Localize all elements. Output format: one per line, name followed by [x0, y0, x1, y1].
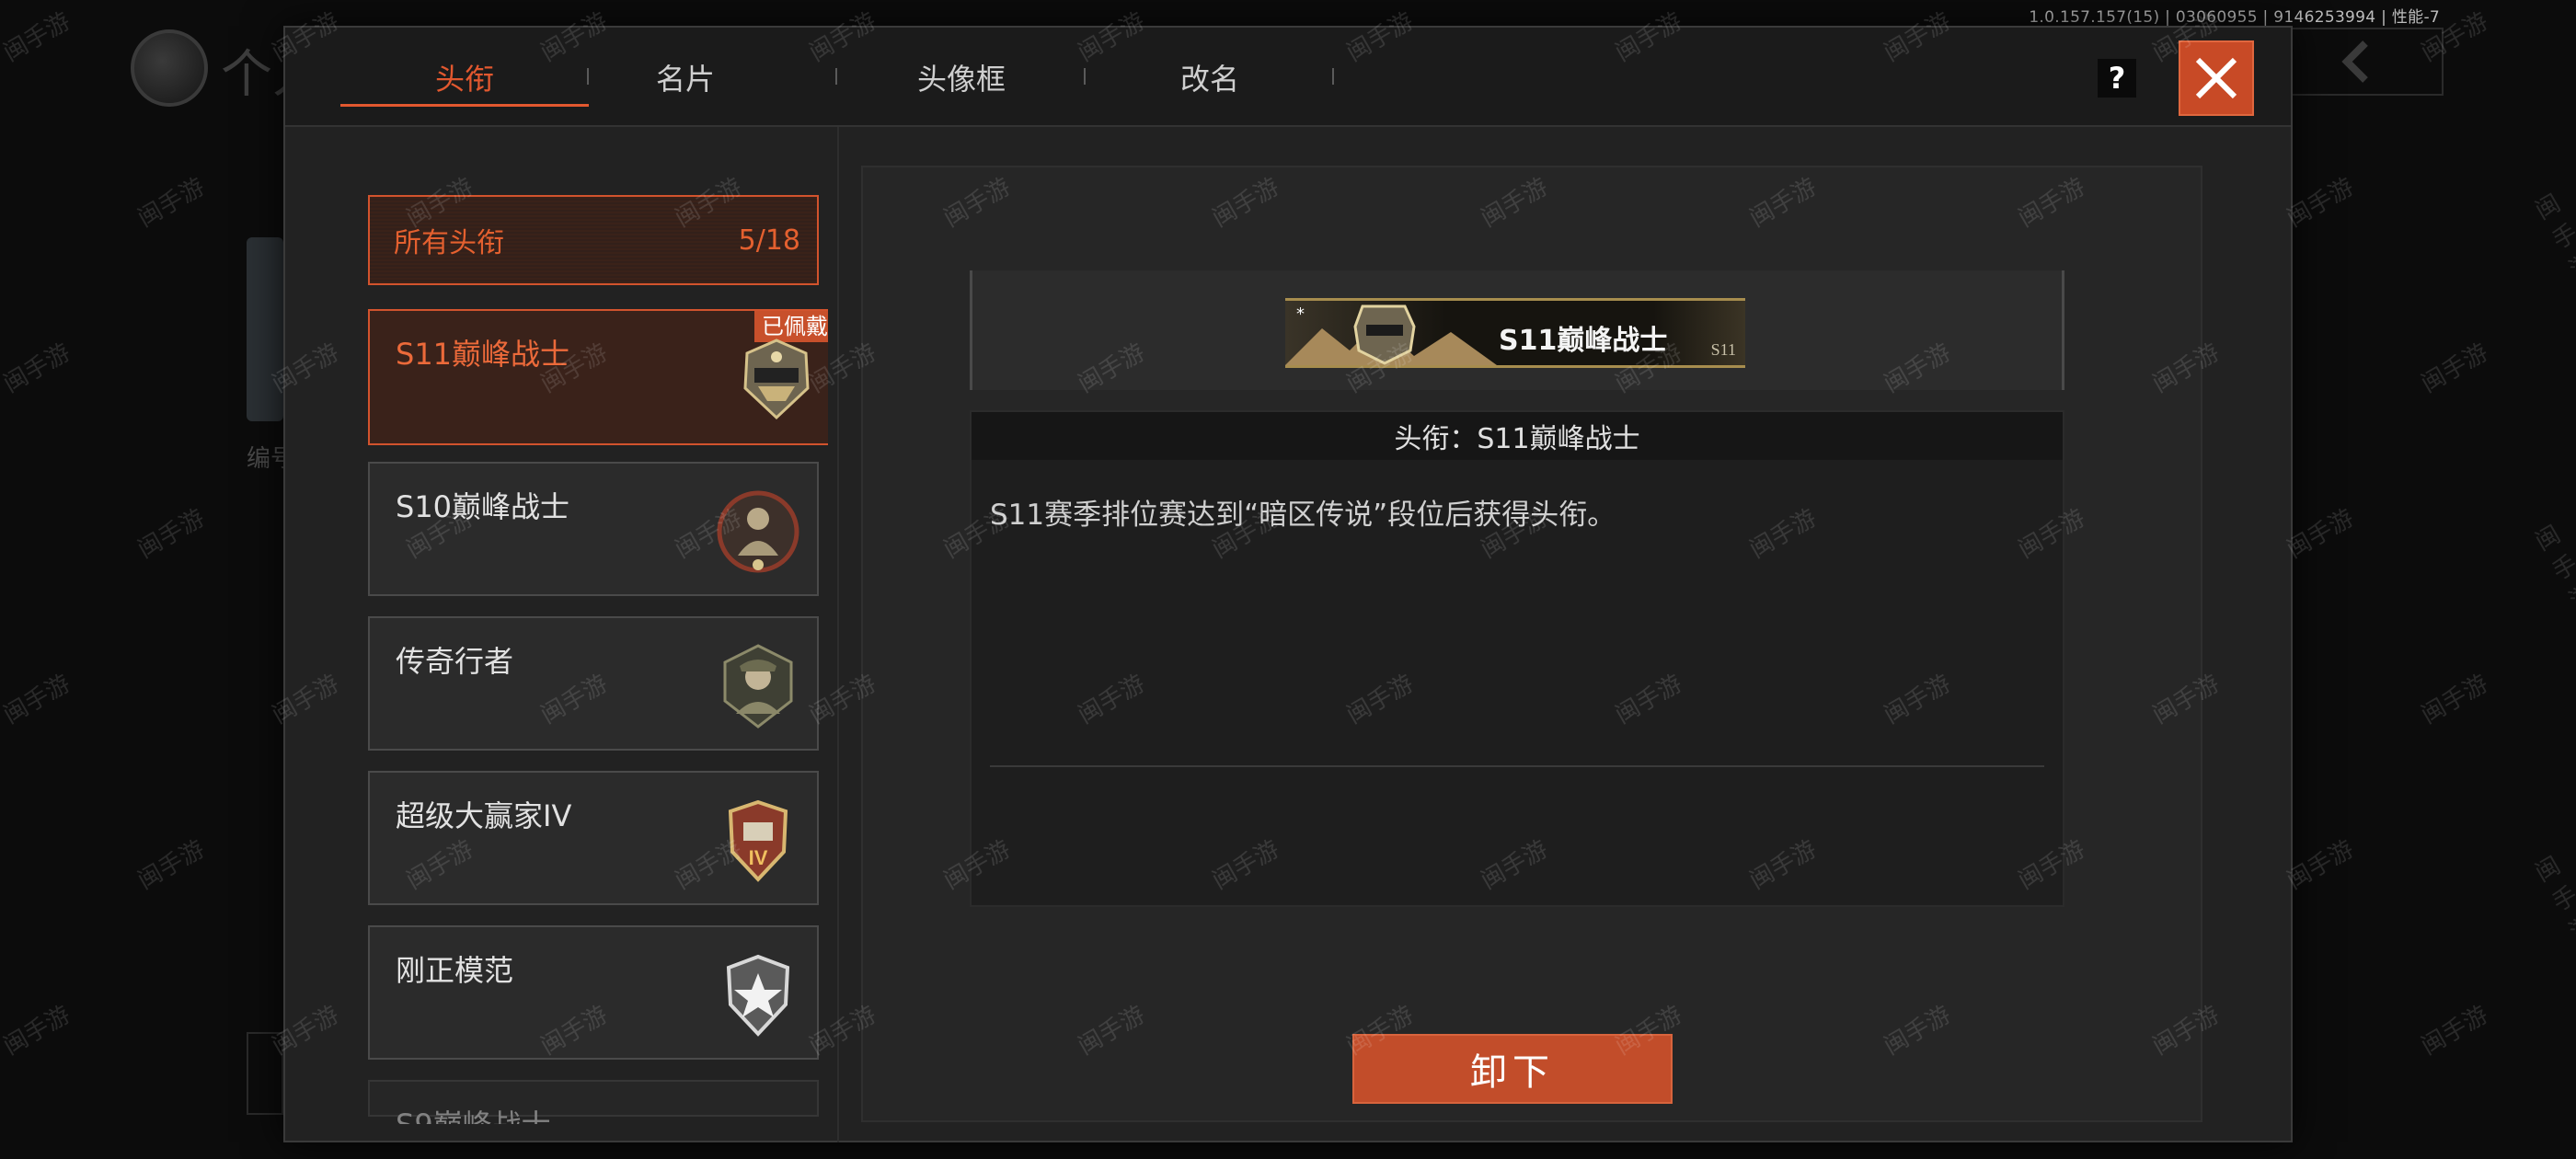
watermark-text: 闽手游: [2530, 852, 2576, 947]
title-list[interactable]: 所有头衔 5/18 S11巅峰战士 已佩戴 S10巅峰战士 传奇行者 超级大赢家…: [368, 166, 828, 1124]
watermark-text: 闽手游: [132, 173, 210, 234]
title-item-s10[interactable]: S10巅峰战士: [368, 462, 819, 596]
watermark-text: 闽手游: [2416, 670, 2493, 730]
tab-avatar-frames[interactable]: 头像框: [837, 28, 1086, 127]
watermark-text: 闽手游: [2416, 339, 2493, 399]
title-item-name: S9巅峰战士: [396, 1102, 551, 1124]
banner-preview-area: * S11巅峰战士 S11: [970, 270, 2064, 390]
watermark-text: 闽手游: [0, 339, 75, 399]
close-icon: [2195, 57, 2237, 99]
watermark-text: 闽手游: [2530, 189, 2576, 285]
background-card: [247, 237, 283, 421]
title-item-name: S11巅峰战士: [396, 337, 570, 372]
tab-titles[interactable]: 头衔: [340, 28, 589, 127]
title-item-name: 传奇行者: [396, 644, 514, 679]
description-header: 头衔：S11巅峰战士: [972, 412, 2063, 460]
svg-text:IV: IV: [749, 846, 768, 869]
title-item-name: S10巅峰战士: [396, 489, 570, 524]
banner-season-tag: S11: [1710, 340, 1736, 359]
title-item-legend-walker[interactable]: 传奇行者: [368, 616, 819, 751]
helmet-emblem-icon: [743, 339, 810, 420]
watermark-text: 闽手游: [132, 835, 210, 896]
soldier-medal-icon: [717, 490, 799, 573]
title-detail-panel: * S11巅峰战士 S11 头衔：S11巅峰战士 S11赛季排位赛达到“暗区传说…: [861, 166, 2202, 1122]
svg-text:*: *: [1296, 304, 1305, 324]
watermark-text: 闽手游: [2530, 521, 2576, 616]
description-text: S11赛季排位赛达到“暗区传说”段位后获得头衔。: [990, 499, 1616, 532]
title-banner: * S11巅峰战士 S11: [1285, 298, 1745, 368]
tab-cards[interactable]: 名片: [589, 28, 782, 127]
mountain-helmet-icon: *: [1285, 304, 1497, 365]
version-text: 1.0.157.157(15) | 03060955 | 9146253994 …: [2029, 8, 2440, 27]
all-titles-count: 5/18: [738, 224, 800, 257]
close-button[interactable]: [2179, 40, 2254, 116]
title-item-upright-model[interactable]: 刚正模范: [368, 925, 819, 1060]
tab-divider: [1332, 68, 1334, 85]
tab-label: 头衔: [434, 62, 494, 97]
back-button[interactable]: [2272, 28, 2444, 96]
title-item-s11[interactable]: S11巅峰战士 已佩戴: [368, 309, 828, 445]
description-divider: [990, 765, 2044, 767]
pane-divider: [837, 127, 839, 1142]
winner-shield-icon: IV: [728, 799, 788, 882]
star-shield-icon: [726, 954, 790, 1037]
banner-title-text: S11巅峰战士: [1499, 325, 1668, 357]
all-titles-label: 所有头衔: [394, 227, 504, 259]
watermark-text: 闽手游: [0, 7, 75, 68]
tab-rename[interactable]: 改名: [1086, 28, 1334, 127]
tab-label: 改名: [1179, 62, 1239, 97]
veteran-portrait-icon: [723, 644, 793, 729]
chevron-left-icon: [2341, 40, 2368, 83]
description-box: 头衔：S11巅峰战士 S11赛季排位赛达到“暗区传说”段位后获得头衔。: [970, 410, 2064, 907]
tab-label: 名片: [655, 62, 715, 97]
background-bottom-button: [247, 1032, 283, 1115]
title-item-name: 刚正模范: [396, 953, 514, 988]
watermark-text: 闽手游: [2416, 1001, 2493, 1061]
globe-icon: [131, 29, 208, 107]
title-item-name: 超级大赢家IV: [396, 798, 572, 833]
help-button[interactable]: ?: [2098, 59, 2136, 98]
all-titles-filter[interactable]: 所有头衔 5/18: [368, 195, 819, 285]
screen: 个人 编号 1.0.157.157(15) | 03060955 | 91462…: [0, 0, 2576, 1159]
unequip-button[interactable]: 卸下: [1352, 1034, 1673, 1104]
watermark-text: 闽手游: [0, 1001, 75, 1061]
watermark-text: 闽手游: [132, 504, 210, 565]
tab-label: 头像框: [916, 62, 1006, 97]
title-item-s9[interactable]: S9巅峰战士: [368, 1080, 819, 1124]
tab-bar: 头衔 名片 头像框 改名 ?: [285, 28, 2291, 127]
watermark-text: 闽手游: [0, 670, 75, 730]
profile-modal: 头衔 名片 头像框 改名 ? 所有头衔 5/18 S11巅峰战士 已佩戴 S10…: [283, 26, 2293, 1142]
title-item-super-winner[interactable]: 超级大赢家IV IV: [368, 771, 819, 905]
